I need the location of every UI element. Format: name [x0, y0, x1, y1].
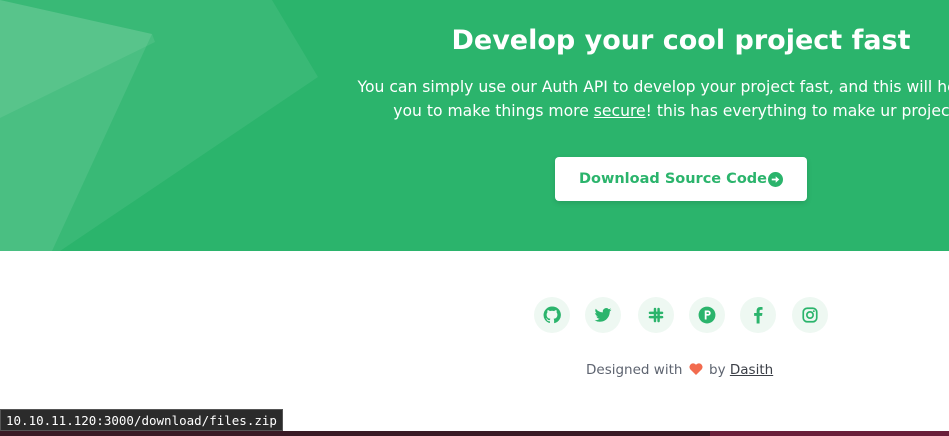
hero-description-line-2: you to make things more secure! this has… — [0, 99, 949, 123]
hero-description: You can simply use our Auth API to devel… — [0, 75, 949, 123]
hero-line-2-end: ! this has everything to make ur project… — [645, 102, 949, 120]
taskbar-edge — [0, 431, 949, 436]
hero-title: Develop your cool project fast — [451, 25, 911, 56]
secure-link[interactable]: secure — [594, 102, 646, 120]
twitter-link[interactable] — [585, 297, 621, 333]
github-link[interactable] — [534, 297, 570, 333]
facebook-icon — [754, 307, 763, 324]
arrow-circle-right-icon — [768, 171, 784, 187]
hero-line-2-start: you to make things more — [393, 102, 594, 120]
instagram-icon — [802, 307, 818, 323]
page: Develop your cool project fast You can s… — [0, 0, 949, 436]
slack-link[interactable] — [638, 297, 674, 333]
twitter-icon — [594, 308, 612, 322]
producthunt-icon — [698, 306, 716, 324]
hero-section: Develop your cool project fast You can s… — [0, 0, 949, 251]
link-status-url: 10.10.11.120:3000/download/files.zip — [0, 409, 283, 431]
author-link[interactable]: Dasith — [730, 362, 773, 378]
heart-icon — [689, 363, 703, 375]
taskbar-edge-highlight — [710, 431, 949, 436]
slack-icon — [648, 307, 664, 323]
footer-credit: Designed with by Dasith — [586, 360, 773, 380]
hero-description-line-1: You can simply use our Auth API to devel… — [357, 78, 949, 96]
instagram-link[interactable] — [792, 297, 828, 333]
download-button-label: Download Source Code — [578, 171, 768, 187]
credit-text: Designed with — [586, 362, 683, 378]
producthunt-link[interactable] — [689, 297, 725, 333]
download-source-code-button[interactable]: Download Source Code — [555, 157, 807, 201]
credit-by-text: by — [709, 362, 726, 378]
github-icon — [543, 306, 561, 324]
facebook-link[interactable] — [740, 297, 776, 333]
